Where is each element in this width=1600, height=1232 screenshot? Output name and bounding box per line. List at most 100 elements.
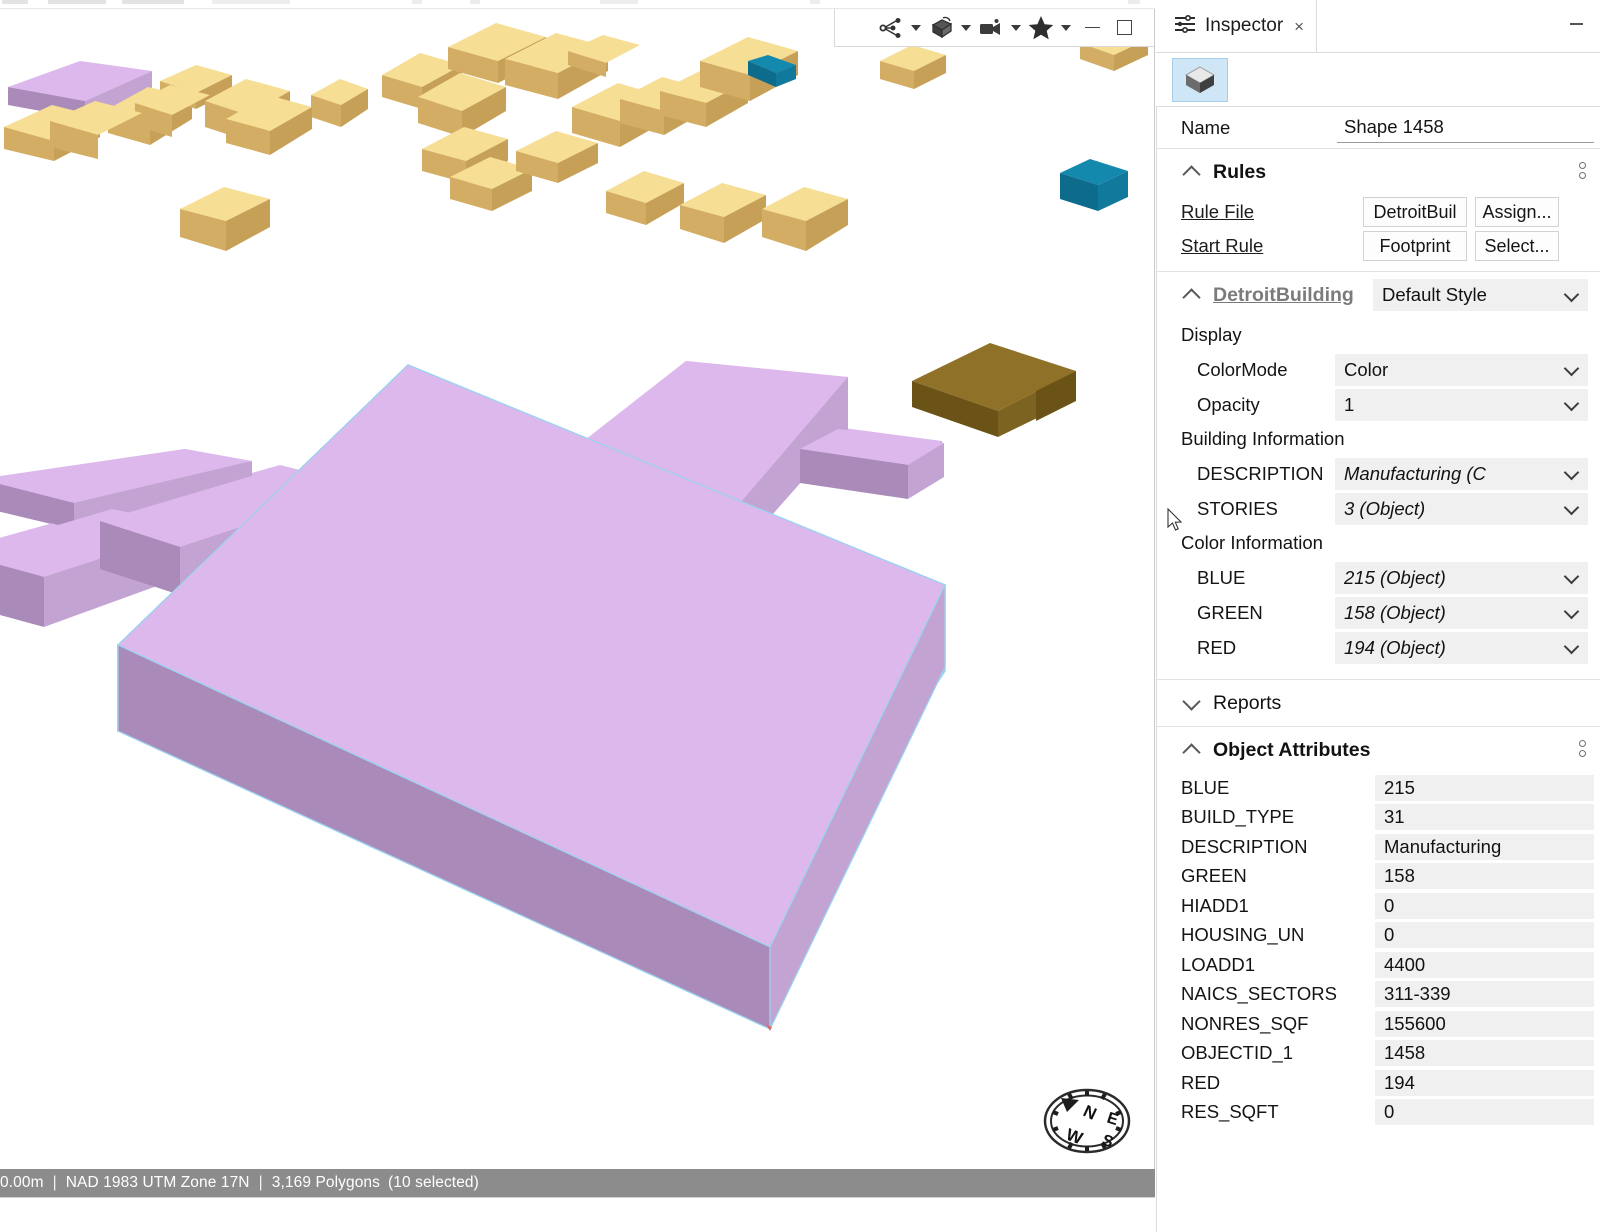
oa-value: 31 xyxy=(1375,804,1594,831)
table-row[interactable]: DESCRIPTION Manufacturing xyxy=(1181,832,1594,862)
object-attributes-options-icon[interactable] xyxy=(1579,740,1586,757)
oa-key: NONRES_SQF xyxy=(1181,1012,1309,1034)
style-select[interactable]: Default Style xyxy=(1373,279,1588,311)
attr-select-opacity[interactable]: 1 xyxy=(1335,388,1588,421)
start-rule-select-button[interactable]: Select... xyxy=(1475,231,1559,261)
rule-file-value-button[interactable]: DetroitBuil xyxy=(1363,197,1467,227)
oa-key: RED xyxy=(1181,1071,1221,1093)
oa-value: 0 xyxy=(1375,1099,1594,1126)
oa-key: GREEN xyxy=(1181,865,1247,887)
chevron-down-icon xyxy=(1565,502,1578,515)
cube-icon[interactable] xyxy=(1172,57,1228,102)
minimize-viewport-button[interactable] xyxy=(1076,13,1108,43)
attr-select-red[interactable]: 194 (Object) xyxy=(1335,631,1588,664)
oa-key: HOUSING_UN xyxy=(1181,924,1305,946)
table-row[interactable]: OBJECTID_1 1458 xyxy=(1181,1039,1594,1069)
oa-value: 194 xyxy=(1375,1069,1594,1096)
start-rule-value-button[interactable]: Footprint xyxy=(1363,231,1467,261)
oa-key: BUILD_TYPE xyxy=(1181,806,1295,828)
oa-value: Manufacturing xyxy=(1375,833,1594,860)
minimize-panel-button[interactable] xyxy=(1566,14,1586,34)
close-icon[interactable]: × xyxy=(1294,18,1304,35)
name-label: Name xyxy=(1181,116,1231,138)
attr-key-blue: BLUE xyxy=(1197,566,1246,588)
share-graph-icon[interactable] xyxy=(876,13,906,43)
table-row[interactable]: HIADD1 0 xyxy=(1181,891,1594,921)
tab-inspector[interactable]: Inspector × xyxy=(1156,0,1318,52)
inspector-body: Name Shape 1458 Rules Rule File DetroitB… xyxy=(1156,107,1600,1232)
model-dropdown-caret[interactable] xyxy=(956,13,976,43)
attr-key-green: GREEN xyxy=(1197,601,1263,623)
rules-options-icon[interactable] xyxy=(1579,162,1586,179)
rule-file-assign-button[interactable]: Assign... xyxy=(1475,197,1559,227)
status-sep-1: | xyxy=(52,1174,57,1191)
rule-file-link[interactable]: Rule File xyxy=(1181,201,1363,223)
attr-select-blue[interactable]: 215 (Object) xyxy=(1335,561,1588,594)
status-sep-2: | xyxy=(258,1174,263,1191)
svg-text:S: S xyxy=(1100,1132,1116,1152)
attr-value-blue: 215 (Object) xyxy=(1344,566,1446,588)
attr-select-green[interactable]: 158 (Object) xyxy=(1335,596,1588,629)
reports-title: Reports xyxy=(1213,691,1282,714)
oa-key: NAICS_SECTORS xyxy=(1181,983,1337,1005)
oa-value: 215 xyxy=(1375,774,1594,801)
inspector-panel: Inspector × Name Shape 1458 Rules Rule F… xyxy=(1156,0,1600,1232)
svg-text:E: E xyxy=(1105,1110,1121,1130)
table-row[interactable]: HOUSING_UN 0 xyxy=(1181,921,1594,951)
chevron-down-reports-icon[interactable] xyxy=(1181,692,1203,714)
table-row[interactable]: GREEN 158 xyxy=(1181,862,1594,892)
object-attributes-section-header[interactable]: Object Attributes xyxy=(1157,727,1600,773)
attr-select-stories[interactable]: 3 (Object) xyxy=(1335,492,1588,525)
oa-value: 158 xyxy=(1375,863,1594,890)
star-dropdown-caret[interactable] xyxy=(1056,13,1076,43)
rule-file-row: Rule File DetroitBuil Assign... xyxy=(1157,195,1600,229)
share-dropdown-caret[interactable] xyxy=(906,13,926,43)
model-cube-icon[interactable] xyxy=(926,13,956,43)
table-row[interactable]: RED 194 xyxy=(1181,1068,1594,1098)
oa-key: RES_SQFT xyxy=(1181,1101,1279,1123)
svg-text:W: W xyxy=(1064,1125,1086,1149)
name-input[interactable]: Shape 1458 xyxy=(1337,112,1594,143)
chevron-up-style-icon[interactable] xyxy=(1181,284,1203,306)
group-label-display: Display xyxy=(1181,324,1242,345)
attr-row-stories: STORIES 3 (Object) xyxy=(1157,491,1600,526)
attr-value-colormode: Color xyxy=(1344,358,1389,380)
table-row[interactable]: BUILD_TYPE 31 xyxy=(1181,803,1594,833)
attr-select-description[interactable]: Manufacturing (C xyxy=(1335,457,1588,490)
tabbar-empty-area xyxy=(1317,0,1600,52)
table-row[interactable]: RES_SQFT 0 xyxy=(1181,1098,1594,1128)
attr-key-opacity: Opacity xyxy=(1197,393,1260,415)
oa-value: 0 xyxy=(1375,922,1594,949)
viewport-toolbar[interactable] xyxy=(834,9,1154,47)
oa-key: DESCRIPTION xyxy=(1181,835,1308,857)
status-elevation: 0.00m xyxy=(0,1174,44,1191)
table-row[interactable]: BLUE 215 xyxy=(1181,773,1594,803)
oa-value: 155600 xyxy=(1375,1010,1594,1037)
start-rule-link[interactable]: Start Rule xyxy=(1181,235,1363,257)
group-label-color-information: Color Information xyxy=(1181,532,1323,553)
attr-select-colormode[interactable]: Color xyxy=(1335,353,1588,386)
attr-value-red: 194 (Object) xyxy=(1344,636,1446,658)
status-polygon-count: 3,169 Polygons xyxy=(271,1174,381,1191)
chevron-down-icon xyxy=(1565,606,1578,619)
table-row[interactable]: LOADD1 4400 xyxy=(1181,950,1594,980)
compass-widget[interactable]: N E S W xyxy=(1035,1074,1139,1166)
chevron-down-icon xyxy=(1565,571,1578,584)
table-row[interactable]: NONRES_SQF 155600 xyxy=(1181,1009,1594,1039)
maximize-viewport-button[interactable] xyxy=(1108,13,1140,43)
table-row[interactable]: NAICS_SECTORS 311-339 xyxy=(1181,980,1594,1010)
chevron-up-object-attributes-icon[interactable] xyxy=(1181,739,1203,761)
3d-scene[interactable]: .rf { fill:#f6de94; } .rf2 { fill:#f2d68… xyxy=(0,9,1155,1169)
rules-section-header[interactable]: Rules xyxy=(1157,149,1600,195)
name-row: Name Shape 1458 xyxy=(1157,107,1600,149)
reports-section-header[interactable]: Reports xyxy=(1157,680,1600,726)
object-attributes-title: Object Attributes xyxy=(1213,738,1371,761)
3d-viewport[interactable]: .rf { fill:#f6de94; } .rf2 { fill:#f2d68… xyxy=(0,9,1155,1169)
chevron-up-icon[interactable] xyxy=(1181,161,1203,183)
camera-icon[interactable] xyxy=(976,13,1006,43)
status-bar: 0.00m | NAD 1983 UTM Zone 17N | 3,169 Po… xyxy=(0,1169,1155,1197)
camera-dropdown-caret[interactable] xyxy=(1006,13,1026,43)
star-icon[interactable] xyxy=(1026,13,1056,43)
chevron-down-icon xyxy=(1565,467,1578,480)
rule-name-link[interactable]: DetroitBuilding xyxy=(1213,284,1373,307)
